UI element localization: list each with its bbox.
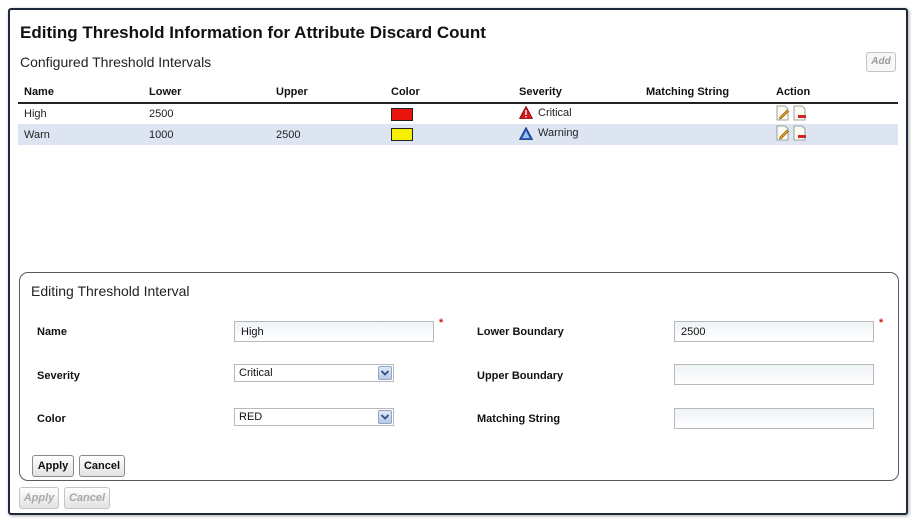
critical-triangle-icon xyxy=(519,106,533,119)
color-select-value: RED xyxy=(239,411,263,423)
table-header-row: Name Lower Upper Color Severity Matching… xyxy=(18,81,898,104)
severity-select-value: Critical xyxy=(239,367,273,379)
matching-string-label: Matching String xyxy=(477,413,561,425)
cell-color xyxy=(385,103,513,124)
panel-title: Editing Threshold Interval xyxy=(31,283,190,299)
cancel-button[interactable]: Cancel xyxy=(79,455,125,477)
cell-action xyxy=(770,103,898,124)
chevron-down-icon[interactable] xyxy=(378,410,392,424)
chevron-down-icon[interactable] xyxy=(378,366,392,380)
edit-icon[interactable] xyxy=(776,105,790,124)
section-title: Configured Threshold Intervals xyxy=(20,54,212,70)
threshold-dialog: Editing Threshold Information for Attrib… xyxy=(8,8,908,515)
col-matching-header: Matching String xyxy=(640,81,770,104)
cell-matching xyxy=(640,103,770,124)
color-swatch xyxy=(391,128,413,141)
footer-cancel-button[interactable]: Cancel xyxy=(64,487,110,509)
upper-boundary-input[interactable] xyxy=(674,364,874,385)
cell-action xyxy=(770,124,898,145)
name-label: Name xyxy=(37,326,67,338)
cell-name: Warn xyxy=(18,124,143,145)
cell-severity: Critical xyxy=(513,103,640,124)
col-color-header: Color xyxy=(385,81,513,104)
table-row[interactable]: Warn 1000 2500 Warning xyxy=(18,124,898,145)
cell-upper xyxy=(270,103,385,124)
color-select[interactable]: RED xyxy=(234,408,394,426)
upper-boundary-label: Upper Boundary xyxy=(477,370,564,382)
edit-icon[interactable] xyxy=(776,125,790,144)
cell-matching xyxy=(640,124,770,145)
delete-icon[interactable] xyxy=(793,105,807,124)
required-icon: * xyxy=(439,317,444,329)
cell-name: High xyxy=(24,108,47,120)
edit-threshold-panel: Editing Threshold Interval Name * Severi… xyxy=(19,272,899,481)
severity-label: Warning xyxy=(538,127,579,139)
col-upper-header: Upper xyxy=(270,81,385,104)
apply-button[interactable]: Apply xyxy=(32,455,74,477)
dialog-title: Editing Threshold Information for Attrib… xyxy=(20,23,486,42)
footer-apply-button[interactable]: Apply xyxy=(19,487,59,509)
col-name-header: Name xyxy=(18,81,143,104)
cell-upper: 2500 xyxy=(270,124,385,145)
lower-boundary-label: Lower Boundary xyxy=(477,326,564,338)
required-icon: * xyxy=(879,317,884,329)
col-severity-header: Severity xyxy=(513,81,640,104)
severity-label: Critical xyxy=(538,106,572,119)
warning-triangle-icon xyxy=(519,126,533,140)
cell-color xyxy=(385,124,513,145)
color-label: Color xyxy=(37,413,66,425)
severity-label: Severity xyxy=(37,370,80,382)
name-input[interactable] xyxy=(234,321,434,342)
color-swatch xyxy=(391,107,413,121)
cell-lower: 2500 xyxy=(149,108,174,120)
col-lower-header: Lower xyxy=(143,81,270,104)
col-action-header: Action xyxy=(770,81,898,104)
threshold-table: Name Lower Upper Color Severity Matching… xyxy=(18,81,898,145)
table-row[interactable]: High 2500 Critical xyxy=(18,103,898,124)
cell-severity: Warning xyxy=(513,124,640,145)
cell-lower: 1000 xyxy=(143,124,270,145)
delete-icon[interactable] xyxy=(793,125,807,144)
severity-select[interactable]: Critical xyxy=(234,364,394,382)
matching-string-input[interactable] xyxy=(674,408,874,429)
add-button[interactable]: Add xyxy=(866,52,896,72)
lower-boundary-input[interactable] xyxy=(674,321,874,342)
